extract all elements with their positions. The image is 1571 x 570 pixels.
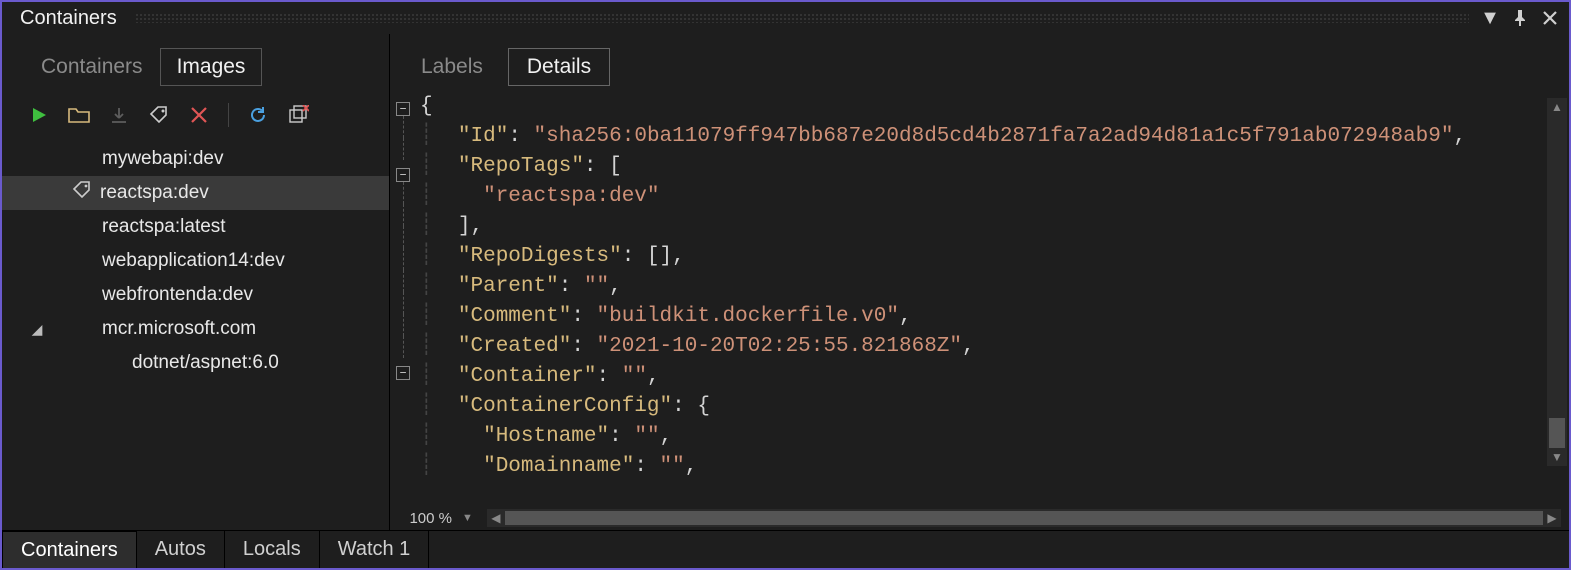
tree-item-label: webfrontenda:dev (102, 284, 253, 306)
tree-item-label: reactspa:latest (102, 216, 226, 238)
open-folder-icon[interactable] (66, 102, 92, 128)
right-nav-tabs: Labels Details (390, 34, 1569, 92)
json-value: sha256:0ba11079ff947bb687e20d8d5cd4b2871… (546, 125, 1441, 148)
delete-icon[interactable] (186, 102, 212, 128)
toolbar-divider (228, 103, 229, 127)
scroll-down-icon[interactable]: ▼ (1547, 448, 1567, 466)
bottom-tab-autos[interactable]: Autos (137, 531, 225, 568)
tree-item-label: dotnet/aspnet:6.0 (132, 352, 279, 374)
panel-titlebar: Containers ▼ (2, 2, 1569, 34)
dropdown-icon[interactable]: ▼ (1481, 9, 1499, 27)
tab-details[interactable]: Details (508, 48, 610, 86)
tag-icon[interactable] (146, 102, 172, 128)
fold-toggle-icon[interactable]: − (396, 102, 410, 116)
scrollbar-thumb[interactable] (505, 511, 1543, 525)
refresh-icon[interactable] (245, 102, 271, 128)
images-sidebar: Containers Images mywebapi:dev reactspa:… (2, 34, 390, 530)
scroll-right-icon[interactable]: ▶ (1543, 509, 1561, 527)
panel-title: Containers (20, 7, 117, 30)
scroll-up-icon[interactable]: ▲ (1547, 98, 1567, 116)
scroll-left-icon[interactable]: ◀ (487, 509, 505, 527)
json-key: Domainname (496, 455, 622, 478)
prune-icon[interactable] (285, 102, 311, 128)
json-viewer[interactable]: { ┊ "Id": "sha256:0ba11079ff947bb687e20d… (416, 92, 1569, 506)
pin-icon[interactable] (1511, 9, 1529, 27)
tab-images-view[interactable]: Images (160, 48, 263, 86)
tag-icon (72, 180, 92, 206)
bottom-tab-locals[interactable]: Locals (225, 531, 320, 568)
tree-item[interactable]: dotnet/aspnet:6.0 (2, 346, 389, 380)
tab-containers-view[interactable]: Containers (24, 48, 160, 86)
zoom-dropdown-icon[interactable]: ▼ (458, 512, 477, 524)
json-key: Comment (470, 305, 558, 328)
tab-labels[interactable]: Labels (402, 48, 502, 86)
tree-item[interactable]: reactspa:latest (2, 210, 389, 244)
json-value: buildkit.dockerfile.v0 (609, 305, 886, 328)
editor-statusbar: 100 % ▼ ◀ ▶ (390, 506, 1569, 530)
download-icon[interactable] (106, 102, 132, 128)
fold-toggle-icon[interactable]: − (396, 168, 410, 182)
json-key: ContainerConfig (470, 395, 659, 418)
images-tree: mywebapi:dev reactspa:dev reactspa:lates… (2, 138, 389, 530)
zoom-level[interactable]: 100 % (398, 510, 452, 527)
fold-gutter: − − − (390, 92, 416, 506)
images-toolbar (2, 98, 389, 138)
left-nav-tabs: Containers Images (2, 34, 389, 98)
json-value: 2021-10-20T02:25:55.821868Z (609, 335, 949, 358)
tree-item-label: reactspa:dev (100, 182, 209, 204)
tree-item-label: mywebapi:dev (102, 148, 223, 170)
fold-toggle-icon[interactable]: − (396, 366, 410, 380)
json-key: Id (470, 125, 495, 148)
json-key: Parent (470, 275, 546, 298)
tree-item[interactable]: webfrontenda:dev (2, 278, 389, 312)
tree-item-label: mcr.microsoft.com (102, 318, 256, 340)
json-key: Container (470, 365, 583, 388)
grip-area[interactable] (135, 13, 1469, 23)
tree-item[interactable]: mywebapi:dev (2, 142, 389, 176)
run-icon[interactable] (26, 102, 52, 128)
json-key: RepoTags (470, 155, 571, 178)
chevron-down-icon[interactable]: ◢ (30, 321, 44, 338)
json-key: RepoDigests (470, 245, 609, 268)
bottom-tab-strip: Containers Autos Locals Watch 1 (2, 530, 1569, 568)
close-icon[interactable] (1541, 9, 1559, 27)
json-value: reactspa:dev (496, 185, 647, 208)
json-key: Created (470, 335, 558, 358)
tree-item[interactable]: reactspa:dev (2, 176, 389, 210)
vertical-scrollbar[interactable]: ▲ ▼ (1547, 98, 1567, 466)
bottom-tab-watch1[interactable]: Watch 1 (320, 531, 430, 568)
tree-item[interactable]: webapplication14:dev (2, 244, 389, 278)
json-key: Hostname (496, 425, 597, 448)
details-pane: Labels Details − − − { ┊ "Id": "sha256:0… (390, 34, 1569, 530)
bottom-tab-containers[interactable]: Containers (2, 531, 137, 568)
tree-item[interactable]: ◢ mcr.microsoft.com (2, 312, 389, 346)
tree-item-label: webapplication14:dev (102, 250, 285, 272)
horizontal-scrollbar[interactable]: ◀ ▶ (487, 509, 1561, 527)
scrollbar-thumb[interactable] (1549, 418, 1565, 448)
